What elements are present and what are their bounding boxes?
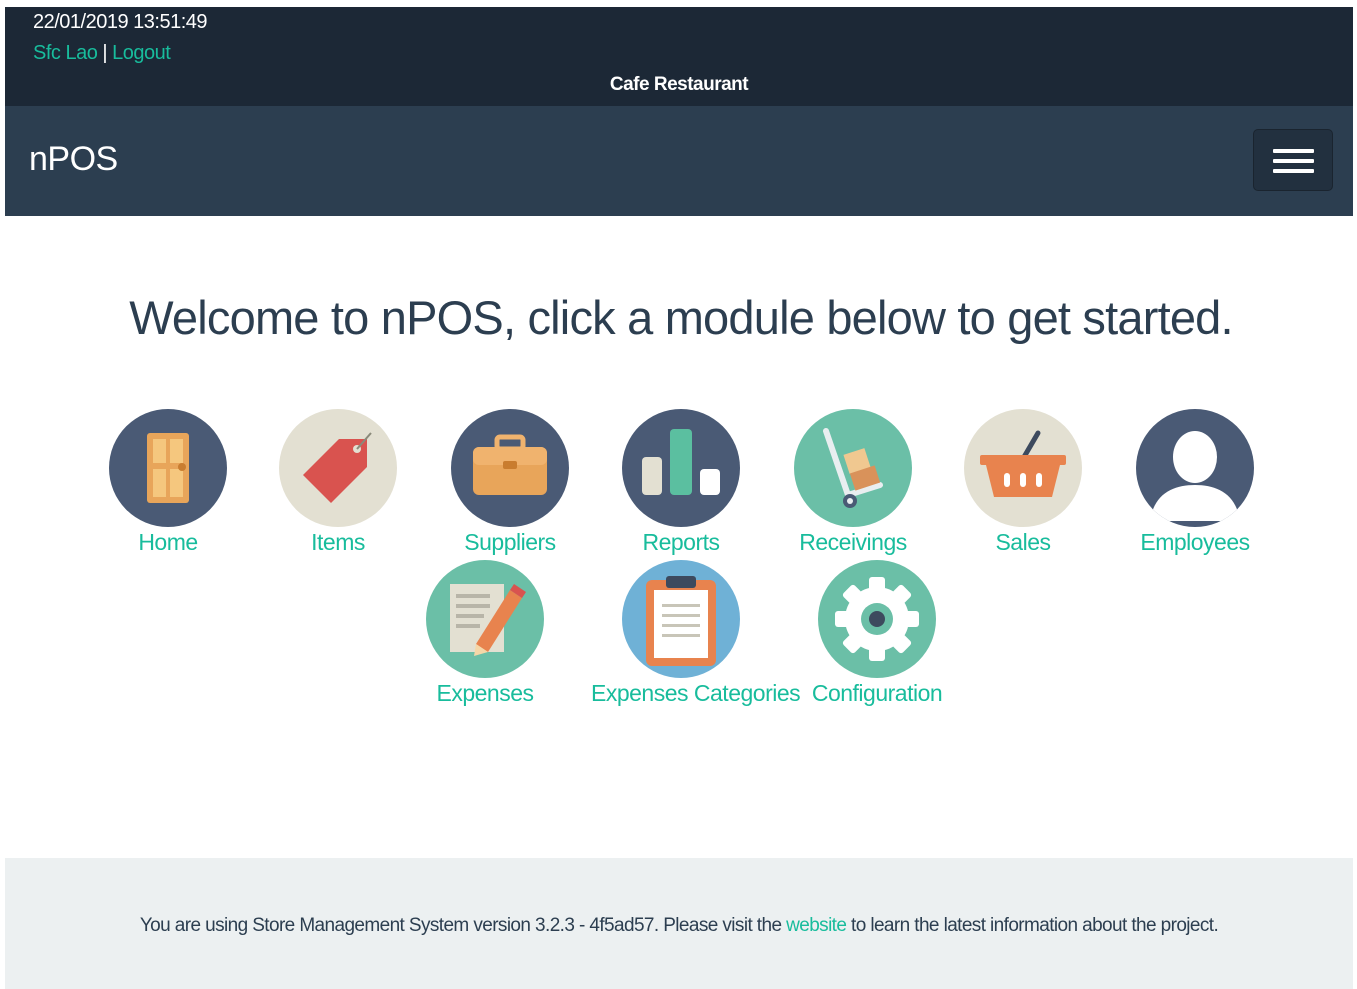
module-employees-circle — [1136, 409, 1254, 527]
module-reports-circle — [622, 409, 740, 527]
price-tag-icon — [303, 432, 372, 503]
hand-truck-icon — [823, 428, 883, 508]
footer-text-before: You are using Store Management System ve… — [139, 915, 787, 936]
user-line: Sfc Lao | Logout — [33, 42, 171, 65]
logout-link[interactable]: Logout — [112, 42, 171, 64]
user-name-link[interactable]: Sfc Lao — [33, 42, 98, 64]
footer-text: You are using Store Management System ve… — [5, 915, 1353, 937]
separator: | — [102, 42, 108, 64]
door-icon — [147, 433, 189, 503]
hamburger-icon — [1273, 149, 1314, 153]
menu-toggle-button[interactable] — [1253, 129, 1333, 191]
clipboard-icon — [646, 576, 716, 666]
hamburger-icon — [1273, 159, 1314, 163]
store-name: Cafe Restaurant — [609, 74, 749, 95]
module-sales-circle — [964, 409, 1082, 527]
module-suppliers-circle — [451, 409, 569, 527]
module-items-circle — [279, 409, 397, 527]
module-configuration[interactable]: Configuration — [787, 560, 967, 707]
website-link[interactable]: website — [786, 915, 847, 936]
module-label: Sales — [995, 529, 1051, 555]
module-label: Receivings — [799, 529, 907, 555]
module-suppliers[interactable]: Suppliers — [420, 409, 600, 556]
footer: You are using Store Management System ve… — [5, 858, 1353, 989]
module-reports[interactable]: Reports — [591, 409, 771, 556]
module-expenses-categories-circle — [622, 560, 740, 678]
navbar: nPOS — [5, 106, 1353, 216]
module-home-circle — [109, 409, 227, 527]
footer-text-after: to learn the latest information about th… — [846, 915, 1219, 936]
module-label: Configuration — [811, 680, 943, 706]
top-info-bar: 22/01/2019 13:51:49 Sfc Lao | Logout Caf… — [5, 7, 1353, 106]
module-employees[interactable]: Employees — [1105, 409, 1285, 556]
welcome-heading: Welcome to nPOS, click a module below to… — [129, 291, 1233, 344]
module-label: Items — [311, 529, 365, 555]
module-label: Employees — [1140, 529, 1250, 555]
bar-chart-icon — [642, 429, 720, 495]
briefcase-icon — [473, 434, 547, 495]
module-receivings-circle — [794, 409, 912, 527]
module-home[interactable]: Home — [78, 409, 258, 556]
module-items[interactable]: Items — [248, 409, 428, 556]
current-datetime: 22/01/2019 13:51:49 — [33, 11, 208, 33]
basket-icon — [980, 430, 1066, 497]
module-label: Expenses — [436, 680, 534, 706]
user-icon — [1150, 431, 1240, 521]
module-expenses-categories[interactable]: Expenses Categories — [591, 560, 801, 707]
module-receivings[interactable]: Receivings — [763, 409, 943, 556]
hamburger-icon — [1273, 169, 1314, 173]
module-expenses[interactable]: Expenses — [395, 560, 575, 707]
module-expenses-circle — [426, 560, 544, 678]
document-pencil-icon — [450, 584, 526, 656]
gear-icon — [835, 577, 919, 661]
module-sales[interactable]: Sales — [933, 409, 1113, 556]
module-label: Expenses Categories — [591, 680, 801, 706]
module-label: Suppliers — [464, 529, 556, 555]
module-label: Home — [138, 529, 198, 555]
brand-logo[interactable]: nPOS — [29, 140, 118, 179]
module-configuration-circle — [818, 560, 936, 678]
module-label: Reports — [642, 529, 720, 555]
